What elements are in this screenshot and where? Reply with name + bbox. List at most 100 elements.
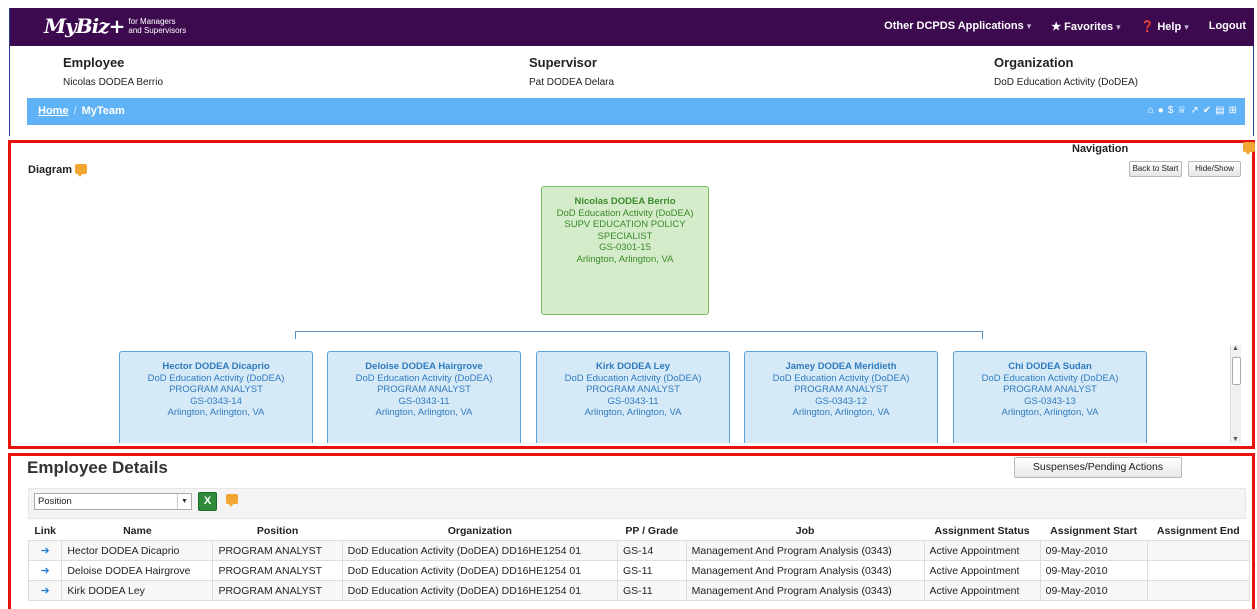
node-grade: GS-0343-12 bbox=[815, 395, 867, 407]
column-header[interactable]: Name bbox=[61, 522, 213, 541]
trend-icon[interactable]: ↗ bbox=[1190, 105, 1198, 116]
details-toolbar: Position ▼ X bbox=[28, 488, 1246, 519]
nav-label: Other DCPDS Applications bbox=[884, 20, 1024, 32]
cell-status: Active Appointment bbox=[923, 580, 1041, 601]
employee-value: Nicolas DODEA Berrio bbox=[63, 77, 164, 88]
breadcrumb-home-link[interactable]: Home bbox=[38, 105, 69, 117]
node-location: Arlington, Arlington, VA bbox=[576, 253, 674, 265]
node-title: PROGRAM ANALYST bbox=[794, 384, 888, 395]
scrollbar-thumb[interactable] bbox=[1232, 357, 1241, 385]
node-name: Kirk DODEA Ley bbox=[595, 361, 671, 372]
nav-logout[interactable]: Logout bbox=[1209, 20, 1246, 33]
diagram-title: Diagram bbox=[28, 164, 88, 177]
cell-name: Deloise DODEA Hairgrove bbox=[61, 560, 214, 581]
node-title: PROGRAM ANALYST bbox=[377, 384, 471, 395]
cell-job: Management And Program Analysis (0343) bbox=[685, 560, 925, 581]
diagram-title-text: Diagram bbox=[28, 164, 73, 176]
home-icon[interactable]: ⌂ bbox=[1148, 105, 1154, 116]
employee-details-title: Employee Details bbox=[27, 458, 168, 477]
document-icon[interactable]: ▤ bbox=[1215, 105, 1224, 116]
top-nav: Other DCPDS Applications ▾ ★ Favorites ▾ ❓… bbox=[884, 20, 1246, 33]
nav-label: ❓ Help bbox=[1140, 21, 1182, 33]
diagram-scrollbar[interactable]: ▲ ▼ bbox=[1230, 345, 1241, 443]
cell-grade: GS-14 bbox=[616, 540, 687, 561]
organization-value: DoD Education Activity (DoDEA) bbox=[994, 77, 1138, 88]
nav-other-dcpds-applications[interactable]: Other DCPDS Applications ▾ bbox=[884, 20, 1031, 33]
thumbs-up-icon[interactable]: ✔ bbox=[1203, 105, 1211, 116]
nav-help[interactable]: ❓ Help ▾ bbox=[1141, 20, 1189, 33]
breadcrumb: Home / MyTeam bbox=[38, 105, 125, 117]
node-grade: GS-0301-15 bbox=[599, 242, 651, 253]
suspenses-pending-actions-button[interactable]: Suspenses/Pending Actions bbox=[1014, 457, 1182, 478]
scroll-down-icon[interactable]: ▼ bbox=[1232, 436, 1239, 443]
logo-subtitle-line-1: for Managers bbox=[128, 17, 176, 26]
cell-name: Kirk DODEA Ley bbox=[61, 580, 214, 601]
sign-in-arrow-icon[interactable]: ➜ bbox=[27, 540, 63, 561]
scroll-up-icon[interactable]: ▲ bbox=[1232, 345, 1239, 352]
cell-organization: DoD Education Activity (DoDEA) DD16HE125… bbox=[341, 540, 618, 561]
cell-end bbox=[1146, 540, 1251, 561]
sign-in-arrow-icon[interactable]: ➜ bbox=[27, 560, 63, 581]
node-grade: GS-0343-13 bbox=[1024, 395, 1076, 407]
cell-status: Active Appointment bbox=[923, 560, 1041, 581]
column-header[interactable]: Position bbox=[212, 522, 343, 541]
column-header[interactable]: Job bbox=[686, 522, 925, 541]
org-node-child[interactable]: Chi DODEA Sudan DoD Education Activity (… bbox=[953, 351, 1147, 443]
cell-name: Hector DODEA Dicaprio bbox=[61, 540, 214, 561]
hide-show-button[interactable]: Hide/Show bbox=[1188, 161, 1241, 177]
top-bar: MyBiz+ for Managers and Supervisors Othe… bbox=[10, 8, 1254, 46]
breadcrumb-separator: / bbox=[73, 105, 77, 117]
chevron-down-icon: ▾ bbox=[1116, 22, 1121, 32]
cell-start: 09-May-2010 bbox=[1039, 560, 1148, 581]
cell-position: PROGRAM ANALYST bbox=[212, 580, 343, 601]
cell-job: Management And Program Analysis (0343) bbox=[685, 540, 925, 561]
node-org: DoD Education Activity (DoDEA) bbox=[556, 207, 694, 219]
sign-in-arrow-icon[interactable]: ➜ bbox=[27, 580, 63, 601]
cell-end bbox=[1146, 580, 1251, 601]
cell-grade: GS-11 bbox=[616, 560, 687, 581]
node-name: Deloise DODEA Hairgrove bbox=[365, 361, 483, 372]
table-header-row: Link Name Position Organization PP / Gra… bbox=[28, 522, 1250, 541]
node-name: Chi DODEA Sudan bbox=[1008, 361, 1092, 372]
graduation-icon[interactable]: ♕ bbox=[1177, 105, 1186, 116]
logo-mark: MyBiz+ bbox=[44, 14, 125, 38]
cell-grade: GS-11 bbox=[616, 580, 687, 601]
back-to-start-button[interactable]: Back to Start bbox=[1129, 161, 1182, 177]
column-header[interactable]: Assignment End bbox=[1147, 522, 1250, 541]
comment-icon[interactable] bbox=[75, 164, 88, 177]
org-node-child[interactable]: Jamey DODEA Meridieth DoD Education Acti… bbox=[744, 351, 938, 443]
view-select[interactable]: Position ▼ bbox=[34, 493, 192, 510]
dollar-icon[interactable]: $ bbox=[1168, 105, 1174, 116]
column-header[interactable]: Organization bbox=[342, 522, 618, 541]
column-header[interactable]: Assignment Start bbox=[1040, 522, 1148, 541]
org-chart-icon[interactable]: ⊞ bbox=[1229, 105, 1237, 116]
mybiz-logo[interactable]: MyBiz+ for Managers and Supervisors bbox=[44, 14, 186, 38]
org-node-child[interactable]: Deloise DODEA Hairgrove DoD Education Ac… bbox=[327, 351, 521, 443]
column-header[interactable]: Assignment Status bbox=[924, 522, 1041, 541]
excel-export-icon[interactable]: X bbox=[198, 492, 217, 511]
comment-icon[interactable] bbox=[1243, 142, 1255, 155]
comment-icon[interactable] bbox=[226, 494, 238, 507]
node-grade: GS-0343-14 bbox=[190, 395, 242, 407]
cell-start: 09-May-2010 bbox=[1039, 580, 1148, 601]
breadcrumb-bar: Home / MyTeam ⌂ ● $ ♕ ↗ ✔ ▤ ⊞ bbox=[27, 98, 1245, 125]
table-row: ➜ Kirk DODEA Ley PROGRAM ANALYST DoD Edu… bbox=[27, 580, 1251, 601]
node-title: SUPV EDUCATION POLICY bbox=[564, 219, 686, 230]
org-node-child[interactable]: Hector DODEA Dicaprio DoD Education Acti… bbox=[119, 351, 313, 443]
cell-organization: DoD Education Activity (DoDEA) DD16HE125… bbox=[341, 560, 618, 581]
nav-favorites[interactable]: ★ Favorites ▾ bbox=[1051, 20, 1120, 33]
column-header[interactable]: PP / Grade bbox=[617, 522, 687, 541]
chevron-down-icon: ▾ bbox=[1026, 21, 1032, 31]
user-icon[interactable]: ● bbox=[1158, 105, 1164, 116]
node-location: Arlington, Arlington, VA bbox=[584, 407, 682, 418]
org-node-root[interactable]: Nicolas DODEA Berrio DoD Education Activ… bbox=[541, 186, 709, 315]
org-node-child[interactable]: Kirk DODEA Ley DoD Education Activity (D… bbox=[536, 351, 730, 443]
nav-label: ★ Favorites bbox=[1051, 21, 1114, 33]
node-title: SPECIALIST bbox=[597, 230, 653, 242]
node-name: Hector DODEA Dicaprio bbox=[162, 361, 270, 372]
node-location: Arlington, Arlington, VA bbox=[1001, 407, 1099, 418]
node-org: DoD Education Activity (DoDEA) bbox=[981, 372, 1119, 384]
column-header[interactable]: Link bbox=[28, 522, 62, 541]
employee-label: Employee bbox=[63, 55, 125, 70]
node-org: DoD Education Activity (DoDEA) bbox=[772, 372, 910, 384]
